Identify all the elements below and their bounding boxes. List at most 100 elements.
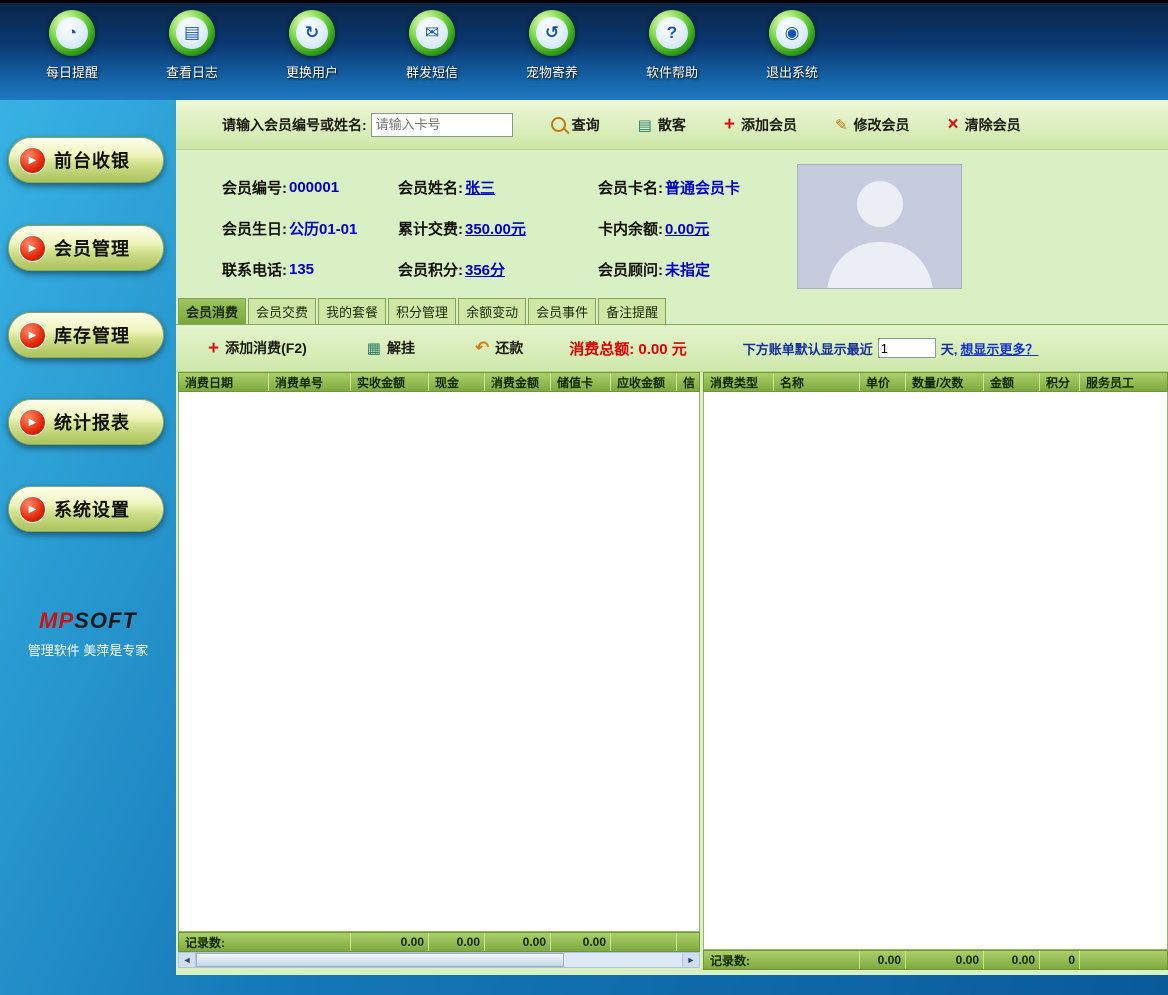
column-header: 金额 bbox=[984, 373, 1040, 391]
tab-points[interactable]: 积分管理 bbox=[388, 298, 456, 324]
group-sms-button[interactable]: ✉ 群发短信 bbox=[378, 10, 486, 81]
undo-arrow-icon: ↶ bbox=[475, 338, 489, 358]
column-header: 单价 bbox=[860, 373, 906, 391]
footer-sum: 0.00 bbox=[860, 951, 906, 969]
view-log-icon: ▤ bbox=[169, 10, 215, 56]
column-header: 应收金额 bbox=[611, 373, 677, 391]
footer-sum: 0.00 bbox=[351, 933, 429, 951]
switch-user-glyph: ↻ bbox=[305, 23, 319, 43]
tab-package[interactable]: 我的套餐 bbox=[318, 298, 386, 324]
search-icon bbox=[551, 117, 566, 132]
scroll-left-arrow[interactable]: ◄ bbox=[179, 953, 196, 967]
points-value[interactable]: 356分 bbox=[465, 259, 505, 280]
column-header: 数量/次数 bbox=[906, 373, 984, 391]
consumption-toolbar: + 添加消费(F2) ▦ 解挂 ↶ 还款 消费总额: 0.00 元 下方账单默认… bbox=[176, 324, 1168, 372]
switch-user-label: 更换用户 bbox=[286, 62, 338, 81]
main-panel: 请输入会员编号或姓名: 查询 ▤ 散客 + 添加会员 ✎ 修改会员 × 清除会员… bbox=[176, 100, 1168, 975]
card-balance-label: 卡内余额: bbox=[598, 218, 663, 239]
brand-logo-mp: MP bbox=[39, 608, 74, 633]
help-button[interactable]: ? 软件帮助 bbox=[618, 10, 726, 81]
top-toolbar: ◔ 每日提醒 ▤ 查看日志 ↻ 更换用户 ✉ 群发短信 ↺ 宠物寄养 ? 软件帮… bbox=[0, 0, 1168, 100]
footer-sum: 0.00 bbox=[485, 933, 551, 951]
column-header: 储值卡 bbox=[551, 373, 611, 391]
walkin-button[interactable]: ▤ 散客 bbox=[638, 115, 686, 135]
unhang-button[interactable]: ▦ 解挂 bbox=[367, 338, 415, 358]
add-member-label: 添加会员 bbox=[741, 115, 797, 135]
tab-payment[interactable]: 会员交费 bbox=[248, 298, 316, 324]
column-header: 服务员工 bbox=[1080, 373, 1167, 391]
member-name-label: 会员姓名: bbox=[398, 177, 463, 198]
items-table-body[interactable] bbox=[703, 392, 1168, 950]
show-more-link[interactable]: 想显示更多？ bbox=[960, 339, 1038, 358]
tab-consume[interactable]: 会员消费 bbox=[178, 298, 246, 324]
group-sms-glyph: ✉ bbox=[425, 23, 439, 43]
sidebar-item-reports[interactable]: ▶ 统计报表 bbox=[8, 399, 164, 445]
query-button-label: 查询 bbox=[572, 115, 600, 135]
sidebar-item-cashier[interactable]: ▶ 前台收银 bbox=[8, 137, 164, 183]
footer-sum: 0.00 bbox=[984, 951, 1040, 969]
phone-label: 联系电话: bbox=[222, 259, 287, 280]
document-icon: ▤ bbox=[638, 116, 652, 134]
total-label: 消费总额: bbox=[569, 341, 634, 358]
edit-member-button[interactable]: ✎ 修改会员 bbox=[835, 115, 910, 135]
add-member-button[interactable]: + 添加会员 bbox=[724, 115, 797, 135]
sidebar-item-label: 前台收银 bbox=[54, 147, 130, 173]
recent-days-control: 下方账单默认显示最近 天, 想显示更多？ bbox=[743, 338, 1039, 358]
card-number-input[interactable] bbox=[371, 113, 513, 137]
sidebar-item-label: 库存管理 bbox=[54, 322, 130, 348]
view-log-label: 查看日志 bbox=[166, 62, 218, 81]
tab-notes[interactable]: 备注提醒 bbox=[598, 298, 666, 324]
walkin-button-label: 散客 bbox=[658, 115, 686, 135]
tab-balance[interactable]: 余额变动 bbox=[458, 298, 526, 324]
total-unit: 元 bbox=[672, 341, 687, 358]
clear-member-button[interactable]: × 清除会员 bbox=[948, 115, 1021, 135]
sidebar-item-inventory[interactable]: ▶ 库存管理 bbox=[8, 312, 164, 358]
consumption-orders-table: 消费日期 消费单号 实收金额 现金 消费金额 储值卡 应收金额 信 记录数: 0… bbox=[178, 372, 700, 968]
pet-boarding-icon: ↺ bbox=[529, 10, 575, 56]
query-button[interactable]: 查询 bbox=[551, 115, 600, 135]
arrow-circle-icon: ▶ bbox=[19, 496, 46, 523]
add-consumption-button[interactable]: + 添加消费(F2) bbox=[208, 338, 307, 358]
plus-icon: + bbox=[724, 115, 735, 134]
advisor-value: 未指定 bbox=[665, 259, 710, 280]
help-icon: ? bbox=[649, 10, 695, 56]
card-name-label: 会员卡名: bbox=[598, 177, 663, 198]
exit-system-button[interactable]: ◉ 退出系统 bbox=[738, 10, 846, 81]
arrow-circle-icon: ▶ bbox=[19, 147, 46, 174]
birthday-label: 会员生日: bbox=[222, 218, 287, 239]
scrollbar-track[interactable] bbox=[564, 953, 682, 967]
pet-boarding-button[interactable]: ↺ 宠物寄养 bbox=[498, 10, 606, 81]
view-log-glyph: ▤ bbox=[184, 23, 200, 43]
card-balance-value[interactable]: 0.00元 bbox=[665, 218, 709, 239]
member-name-value[interactable]: 张三 bbox=[465, 177, 495, 198]
sidebar-item-settings[interactable]: ▶ 系统设置 bbox=[8, 486, 164, 532]
clear-member-label: 清除会员 bbox=[965, 115, 1021, 135]
total-paid-value[interactable]: 350.00元 bbox=[465, 218, 526, 239]
daily-reminder-glyph: ◔ bbox=[67, 23, 77, 43]
footer-empty bbox=[677, 933, 699, 951]
column-header: 实收金额 bbox=[351, 373, 429, 391]
member-info-row-3: 联系电话:135 会员积分:356分 会员顾问:未指定 bbox=[222, 258, 834, 280]
member-id-value: 000001 bbox=[289, 179, 339, 196]
exit-system-icon: ◉ bbox=[769, 10, 815, 56]
member-photo-placeholder bbox=[797, 164, 962, 289]
x-icon: × bbox=[948, 115, 959, 134]
tab-events[interactable]: 会员事件 bbox=[528, 298, 596, 324]
member-search-bar: 请输入会员编号或姓名: 查询 ▤ 散客 + 添加会员 ✎ 修改会员 × 清除会员 bbox=[176, 100, 1168, 150]
sidebar-item-label: 统计报表 bbox=[54, 409, 130, 435]
switch-user-button[interactable]: ↻ 更换用户 bbox=[258, 10, 366, 81]
footer-empty bbox=[1080, 951, 1167, 969]
recent-days-input[interactable] bbox=[878, 338, 936, 358]
daily-reminder-button[interactable]: ◔ 每日提醒 bbox=[18, 10, 126, 81]
scrollbar-thumb[interactable] bbox=[196, 953, 564, 967]
record-count-label: 记录数: bbox=[179, 933, 351, 951]
phone-value: 135 bbox=[289, 261, 314, 278]
consumption-items-table: 消费类型 名称 单价 数量/次数 金额 积分 服务员工 记录数: 0.00 0.… bbox=[703, 372, 1168, 970]
orders-table-footer: 记录数: 0.00 0.00 0.00 0.00 bbox=[178, 932, 700, 952]
scroll-right-arrow[interactable]: ► bbox=[682, 953, 699, 967]
repay-button[interactable]: ↶ 还款 bbox=[475, 338, 523, 358]
view-log-button[interactable]: ▤ 查看日志 bbox=[138, 10, 246, 81]
edit-member-label: 修改会员 bbox=[854, 115, 910, 135]
sidebar-item-members[interactable]: ▶ 会员管理 bbox=[8, 225, 164, 271]
orders-table-body[interactable] bbox=[178, 392, 700, 932]
